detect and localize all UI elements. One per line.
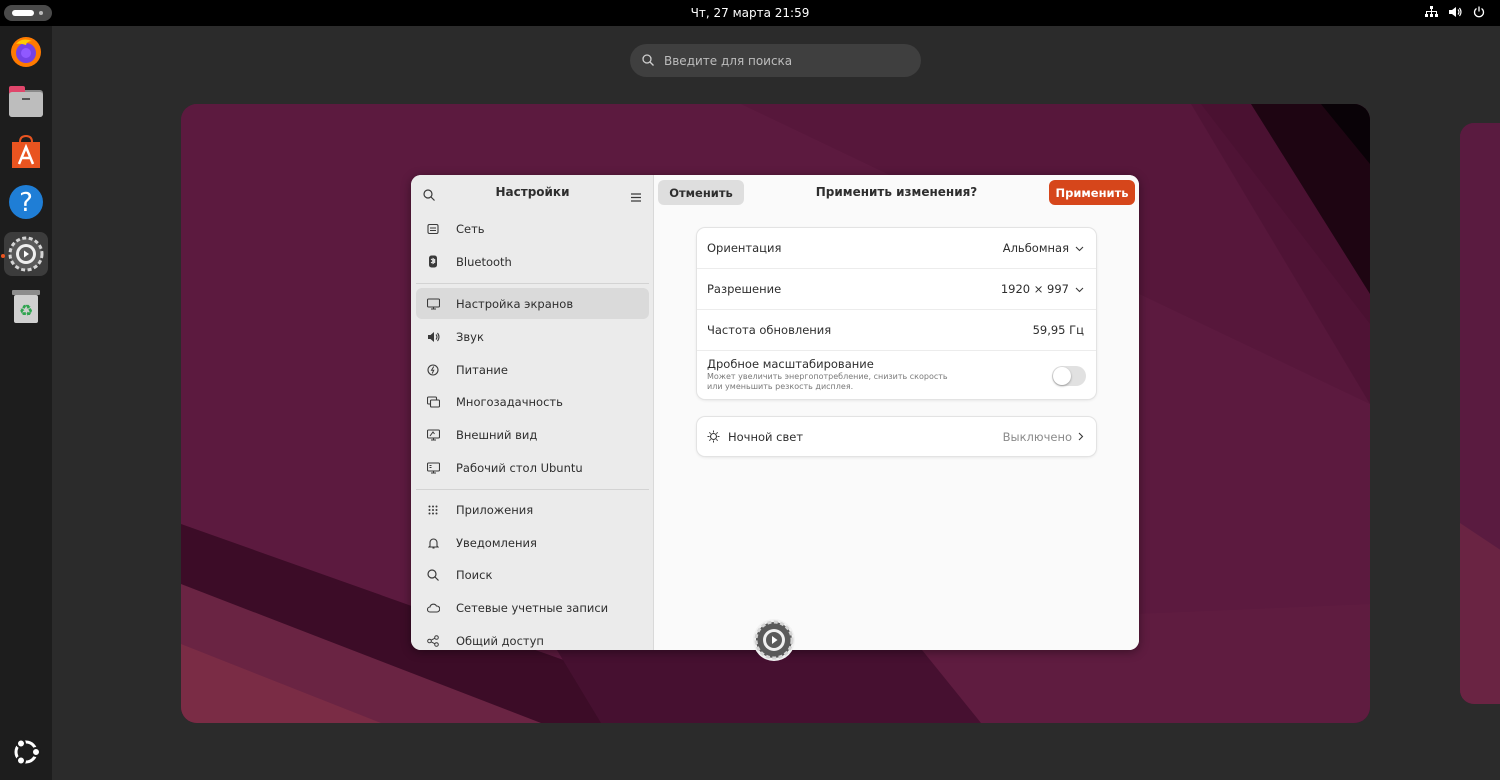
sidebar-item-appearance[interactable]: Внешний вид <box>416 419 649 450</box>
sidebar-item-online-accounts[interactable]: Сетевые учетные записи <box>416 592 649 623</box>
sidebar-item-multitasking[interactable]: Многозадачность <box>416 386 649 417</box>
refresh-rate-label: Частота обновления <box>707 323 832 337</box>
sidebar-item-label: Уведомления <box>456 535 537 550</box>
sidebar-divider <box>416 283 649 284</box>
apply-button[interactable]: Применить <box>1049 180 1135 205</box>
trash-icon[interactable]: ♻ <box>4 284 48 328</box>
bell-icon <box>426 536 440 550</box>
appearance-icon <box>426 428 440 442</box>
sidebar-divider <box>416 489 649 490</box>
sidebar-item-label: Общий доступ <box>456 633 544 648</box>
files-icon[interactable] <box>4 80 48 124</box>
search-icon <box>642 54 654 69</box>
sound-icon <box>426 330 440 344</box>
network-wired-icon[interactable] <box>1424 5 1438 19</box>
night-light-icon <box>707 430 720 446</box>
night-light-status: Выключено <box>1003 430 1084 444</box>
hamburger-menu-icon[interactable] <box>631 187 641 206</box>
orientation-label: Ориентация <box>707 241 782 255</box>
sidebar-header: Настройки <box>411 175 653 209</box>
desktop-icon <box>426 461 440 475</box>
display-icon <box>426 297 440 311</box>
resolution-label: Разрешение <box>707 282 782 296</box>
refresh-rate-row[interactable]: Частота обновления 59,95 Гц <box>697 310 1096 351</box>
sidebar-item-label: Сетевые учетные записи <box>456 600 609 615</box>
sidebar-item-label: Настройка экранов <box>456 296 574 311</box>
svg-text:♻: ♻ <box>19 301 33 320</box>
cloud-icon <box>426 601 440 615</box>
top-bar: Чт, 27 марта 21:59 <box>0 0 1500 26</box>
sidebar-item-apps[interactable]: Приложения <box>416 494 649 525</box>
sidebar-item-label: Приложения <box>456 502 534 517</box>
running-indicator <box>1 254 5 258</box>
sidebar-item-label: Bluetooth <box>456 254 512 269</box>
fractional-scaling-description: Может увеличить энергопотребление, снизи… <box>707 372 948 391</box>
night-light-row[interactable]: Ночной свет Выключено <box>697 417 1096 456</box>
sidebar-item-sharing[interactable]: Общий доступ <box>416 625 649 650</box>
sidebar-item-label: Звук <box>456 329 484 344</box>
clock[interactable]: Чт, 27 марта 21:59 <box>0 6 1500 20</box>
help-icon[interactable]: ? <box>4 180 48 224</box>
svg-text:?: ? <box>19 188 33 218</box>
orientation-row[interactable]: Ориентация Альбомная <box>697 228 1096 269</box>
settings-content: Отменить Применить изменения? Применить … <box>654 175 1139 650</box>
sidebar-item-power[interactable]: Питание <box>416 354 649 385</box>
resolution-dropdown[interactable]: 1920 × 997 <box>1001 282 1084 296</box>
display-settings-card: Ориентация Альбомная Разрешение 1920 × 9… <box>697 228 1096 399</box>
app-center-icon[interactable] <box>4 130 48 174</box>
chevron-down-icon <box>1075 241 1084 255</box>
power-icon[interactable] <box>1472 5 1486 19</box>
sidebar-item-label: Питание <box>456 362 508 377</box>
night-light-value: Выключено <box>1002 429 1072 444</box>
overview-search-input[interactable]: Введите для поиска <box>630 44 921 77</box>
sidebar-item-label: Поиск <box>456 567 493 582</box>
sidebar-item-label: Рабочий стол Ubuntu <box>456 460 583 475</box>
settings-sidebar: Настройки Сеть Bluetooth Настройка экран… <box>411 175 654 650</box>
fractional-scaling-label: Дробное масштабирование <box>707 357 874 371</box>
sidebar-item-search[interactable]: Поиск <box>416 559 649 590</box>
chevron-right-icon <box>1078 430 1084 444</box>
multitasking-icon <box>426 395 440 409</box>
sidebar-item-network[interactable]: Сеть <box>416 213 649 244</box>
sidebar-item-label: Многозадачность <box>456 394 563 409</box>
settings-app-icon[interactable] <box>751 617 797 663</box>
refresh-rate-value: 59,95 Гц <box>1032 323 1084 337</box>
share-icon <box>426 634 440 648</box>
fractional-scaling-row[interactable]: Дробное масштабирование Может увеличить … <box>697 351 1096 399</box>
fractional-scaling-toggle[interactable] <box>1052 366 1086 386</box>
resolution-value: 1920 × 997 <box>1000 282 1069 296</box>
power-icon <box>426 363 440 377</box>
search-icon <box>426 568 440 582</box>
system-menu[interactable] <box>1424 5 1486 19</box>
night-light-label: Ночной свет <box>728 429 804 444</box>
sidebar-item-label: Сеть <box>456 221 485 236</box>
sidebar-item-ubuntu-desktop[interactable]: Рабочий стол Ubuntu <box>416 452 649 483</box>
wallpaper-next <box>1460 123 1500 704</box>
apps-icon <box>426 503 440 517</box>
orientation-dropdown[interactable]: Альбомная <box>1003 241 1084 255</box>
sidebar-item-displays[interactable]: Настройка экранов <box>416 288 649 319</box>
sidebar-title: Настройки <box>495 185 570 199</box>
network-icon <box>426 222 440 236</box>
sidebar-item-notifications[interactable]: Уведомления <box>416 527 649 558</box>
search-placeholder: Введите для поиска <box>664 53 793 68</box>
sidebar-item-sound[interactable]: Звук <box>416 321 649 352</box>
ubuntu-logo-icon[interactable] <box>4 730 48 774</box>
sidebar-item-bluetooth[interactable]: Bluetooth <box>416 246 649 277</box>
settings-icon[interactable] <box>4 232 48 276</box>
orientation-value: Альбомная <box>1002 241 1069 255</box>
bluetooth-icon <box>426 255 440 269</box>
volume-icon[interactable] <box>1448 5 1462 19</box>
night-light-card[interactable]: Ночной свет Выключено <box>697 417 1096 456</box>
sidebar-item-label: Внешний вид <box>456 427 538 442</box>
dock: ? ♻ <box>0 26 52 780</box>
settings-window[interactable]: Настройки Сеть Bluetooth Настройка экран… <box>411 175 1139 650</box>
firefox-icon[interactable] <box>4 30 48 74</box>
resolution-row[interactable]: Разрешение 1920 × 997 <box>697 269 1096 310</box>
toggle-knob <box>1053 367 1071 385</box>
chevron-down-icon <box>1075 282 1084 296</box>
next-workspace-thumbnail[interactable] <box>1460 123 1500 704</box>
